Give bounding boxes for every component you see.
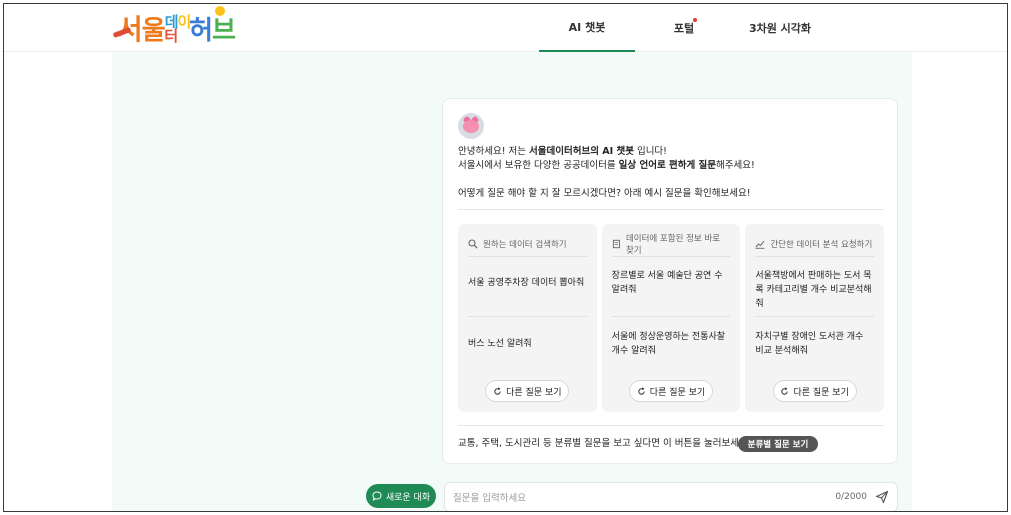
- tab-label: AI 챗봇: [568, 21, 606, 34]
- tab-label: 3차원 시각화: [748, 22, 812, 35]
- column-title: 간단한 데이터 분석 요청하기: [770, 240, 873, 250]
- search-data-icon: [468, 239, 478, 249]
- more-questions-label: 다른 질문 보기: [506, 387, 562, 398]
- refresh-icon: [638, 386, 645, 395]
- tab-3d-visualization[interactable]: 3차원 시각화: [733, 4, 827, 52]
- logo-char: 허: [189, 16, 213, 46]
- more-questions-label: 다른 질문 보기: [793, 387, 849, 398]
- refresh-icon: [781, 386, 789, 395]
- column-header: 데이터에 포함된 정보 바로 찾기: [612, 234, 731, 256]
- example-column-find-info: 데이터에 포함된 정보 바로 찾기 장르별로 서울 예술단 공연 수 알려줘 서…: [601, 224, 741, 412]
- more-questions-button[interactable]: 다른 질문 보기: [772, 380, 857, 402]
- logo-sun-icon: [215, 6, 225, 16]
- divider: [755, 316, 875, 317]
- example-question[interactable]: 서울책방에서 판매하는 도서 목록 카테고리별 개수 비교분석해줘: [755, 269, 874, 311]
- example-question[interactable]: 서울 공영주차장 데이터 뽑아줘: [468, 276, 587, 290]
- column-header: 간단한 데이터 분석 요청하기: [755, 236, 874, 252]
- greeting-line-2: 서울시에서 보유한 다양한 공공데이터를 일상 언어로 편하게 질문해주세요!: [458, 160, 755, 171]
- greeting-message: 안녕하세요! 저는 서울데이터허브의 AI 챗봇 입니다! 서울시에서 보유한 …: [458, 145, 888, 201]
- divider: [468, 316, 587, 317]
- logo-char: 울: [141, 16, 166, 46]
- category-questions-button[interactable]: 분류별 질문 보기: [738, 436, 818, 452]
- column-title: 원하는 데이터 검색하기: [483, 240, 567, 250]
- example-question[interactable]: 버스 노선 알려줘: [468, 337, 587, 351]
- chatbot-message-card: 안녕하세요! 저는 서울데이터허브의 AI 챗봇 입니다! 서울시에서 보유한 …: [442, 98, 898, 464]
- more-questions-button[interactable]: 다른 질문 보기: [629, 380, 713, 402]
- new-badge-dot: [693, 18, 697, 22]
- divider: [468, 256, 587, 257]
- divider: [611, 316, 731, 317]
- tab-portal[interactable]: 포털: [635, 4, 733, 52]
- top-nav: AI 챗봇 포털 3차원 시각화: [539, 4, 827, 52]
- category-hint-text: 교통, 주택, 도시관리 등 분류별 질문을 보고 싶다면 이 버튼을 눌러보세…: [458, 438, 752, 449]
- greeting-line-1: 안녕하세요! 저는 서울데이터허브의 AI 챗봇 입니다!: [458, 146, 667, 157]
- character-counter: 0/2000: [835, 492, 867, 502]
- example-column-search: 원하는 데이터 검색하기 서울 공영주차장 데이터 뽑아줘 버스 노선 알려줘 …: [458, 224, 597, 412]
- refresh-icon: [494, 386, 501, 395]
- divider: [458, 209, 884, 210]
- chat-input-box: 0/2000: [444, 482, 898, 511]
- more-questions-label: 다른 질문 보기: [649, 387, 706, 398]
- greeting-line-3: 어떻게 질문 해야 할 지 잘 모르시겠다면? 아래 예시 질문을 확인해보세요…: [458, 188, 751, 199]
- chat-bubble-icon: [372, 491, 382, 501]
- document-icon: [612, 239, 620, 249]
- example-question-columns: 원하는 데이터 검색하기 서울 공영주차장 데이터 뽑아줘 버스 노선 알려줘 …: [458, 224, 885, 412]
- app-frame: 서 울 데 이 터 허 브 AI 챗봇 포털 3차원 시각화 안녕하세요! 저는…: [3, 3, 1008, 512]
- divider: [611, 256, 731, 257]
- new-chat-label: 새로운 대화: [385, 492, 431, 503]
- chart-icon: [755, 240, 765, 249]
- divider: [458, 425, 884, 426]
- example-question[interactable]: 자치구별 장애인 도서관 개수 비교 분석해줘: [755, 330, 874, 358]
- logo-char: 터: [164, 27, 178, 45]
- column-header: 원하는 데이터 검색하기: [468, 236, 587, 252]
- tab-ai-chatbot[interactable]: AI 챗봇: [539, 4, 635, 52]
- send-button[interactable]: [875, 490, 889, 504]
- divider: [755, 256, 875, 257]
- column-title: 데이터에 포함된 정보 바로 찾기: [625, 234, 721, 256]
- question-input[interactable]: [453, 490, 813, 506]
- logo[interactable]: 서 울 데 이 터 허 브: [112, 6, 236, 46]
- example-question[interactable]: 서울에 정상운영하는 전통사찰 개수 알려줘: [612, 330, 731, 358]
- pig-mascot-icon: [463, 120, 479, 133]
- chatbot-avatar: [458, 113, 484, 139]
- logo-char: 브: [212, 16, 236, 46]
- tab-label: 포털: [673, 22, 695, 35]
- example-column-analysis: 간단한 데이터 분석 요청하기 서울책방에서 판매하는 도서 목록 카테고리별 …: [745, 224, 885, 412]
- header: 서 울 데 이 터 허 브 AI 챗봇 포털 3차원 시각화: [4, 4, 1007, 52]
- more-questions-button[interactable]: 다른 질문 보기: [485, 380, 570, 402]
- new-chat-button[interactable]: 새로운 대화: [366, 484, 436, 508]
- example-question[interactable]: 장르별로 서울 예술단 공연 수 알려줘: [612, 269, 731, 297]
